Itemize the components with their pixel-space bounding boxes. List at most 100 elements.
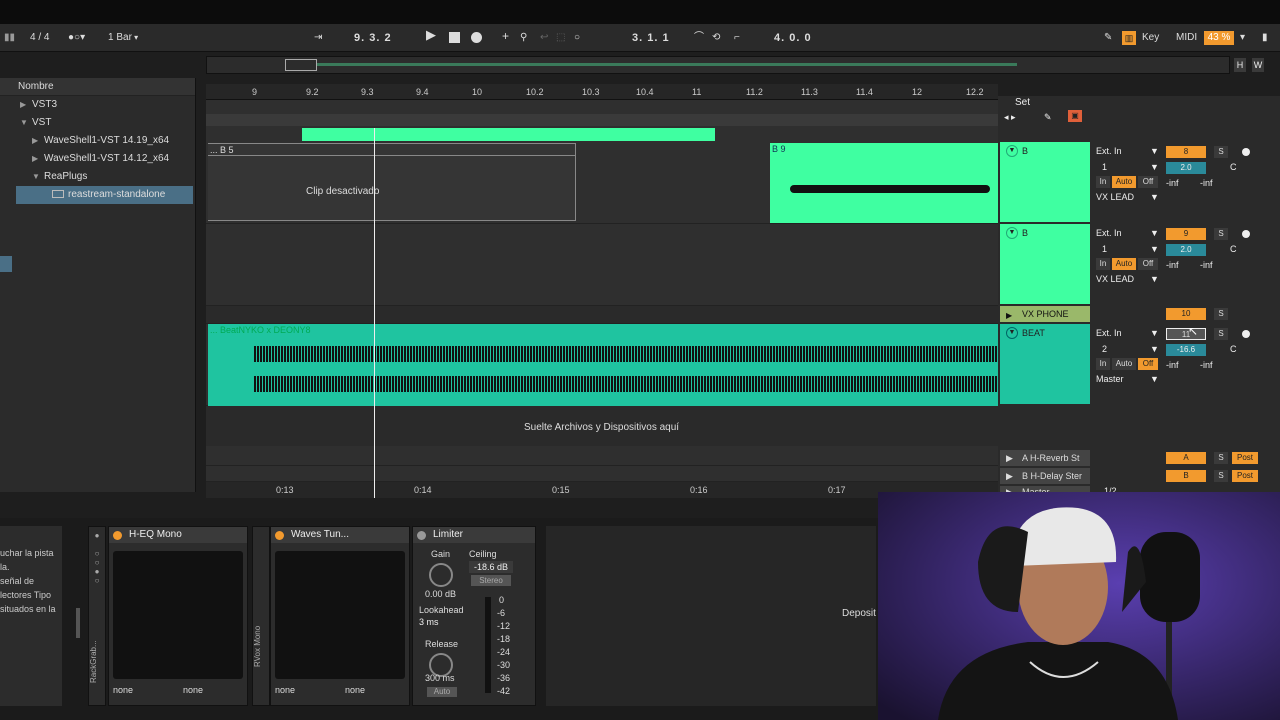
device-header[interactable]: Limiter xyxy=(413,527,535,543)
return-lane-b[interactable] xyxy=(206,466,998,482)
drop-area[interactable]: Suelte Archivos y Dispositivos aquí xyxy=(206,406,998,446)
solo-button[interactable]: S xyxy=(1214,146,1228,158)
arm-record-icon[interactable] xyxy=(1242,148,1250,156)
arm-record-icon[interactable] xyxy=(1242,330,1250,338)
arrangement-view[interactable]: 9 9.2 9.3 9.4 10 10.2 10.3 10.4 11 11.2 … xyxy=(206,84,998,498)
volume-field[interactable]: 2.0 xyxy=(1166,244,1206,256)
monitor-off-button[interactable]: Off xyxy=(1138,258,1158,270)
return-lane-a[interactable] xyxy=(206,448,998,466)
macro-select-2[interactable]: none xyxy=(183,685,203,695)
browser-header[interactable]: Nombre xyxy=(0,78,195,96)
track-activator[interactable]: 10 xyxy=(1166,308,1206,320)
gain-value[interactable]: 0.00 dB xyxy=(425,589,456,599)
edit-pencil-icon[interactable]: ✎ xyxy=(1044,112,1052,123)
pan-field[interactable]: C xyxy=(1230,244,1237,254)
cpu-menu-icon[interactable]: ▾ xyxy=(1240,30,1245,46)
monitor-in-button[interactable]: In xyxy=(1096,258,1110,270)
session-record-icon[interactable]: ○ xyxy=(574,30,580,46)
post-button[interactable]: Post xyxy=(1232,470,1258,482)
monitor-auto-button[interactable]: Auto xyxy=(1112,358,1136,370)
pan-field[interactable]: C xyxy=(1230,344,1237,354)
device-header[interactable]: H-EQ Mono xyxy=(109,527,247,543)
device-on-icon[interactable] xyxy=(113,531,122,540)
output-select[interactable]: VX LEAD xyxy=(1096,274,1134,284)
dropdown-arrow-icon[interactable]: ▼ xyxy=(1150,244,1159,254)
solo-button[interactable]: S xyxy=(1214,470,1228,482)
monitor-off-button[interactable]: Off xyxy=(1138,358,1158,370)
device-drop-zone[interactable]: Deposit xyxy=(546,526,876,706)
macro-select-1[interactable]: none xyxy=(275,685,295,695)
quantize-menu[interactable]: 1 Bar xyxy=(108,30,138,46)
monitor-off-button[interactable]: Off xyxy=(1138,176,1158,188)
monitor-auto-button[interactable]: Auto xyxy=(1112,176,1136,188)
overview-viewport[interactable] xyxy=(285,59,317,71)
back-to-arrangement-icon[interactable]: ↩ xyxy=(540,30,548,46)
follow-icon[interactable]: ⇥ xyxy=(314,30,322,46)
device-scroll-handle[interactable] xyxy=(76,608,80,638)
key-map-button[interactable]: Key xyxy=(1142,30,1159,46)
track-lane-b5[interactable]: ... B 5 Clip desactivado B 9 xyxy=(206,142,998,224)
auto-button[interactable]: Auto xyxy=(427,687,457,697)
keyboard-icon[interactable]: ▥ xyxy=(1122,31,1136,45)
overview-h-button[interactable]: H xyxy=(1234,58,1246,72)
dropdown-arrow-icon[interactable]: ▼ xyxy=(1150,344,1159,354)
overview-w-button[interactable]: W xyxy=(1252,58,1264,72)
track-lane-vx-phone[interactable] xyxy=(206,306,998,324)
input-type-select[interactable]: Ext. In xyxy=(1096,228,1122,238)
clip-beat[interactable]: ... BeatNYKO x DEONY8 xyxy=(208,324,998,406)
device-waves-tune[interactable]: Waves Tun... none none xyxy=(270,526,410,706)
loop-icon[interactable]: ⟲ xyxy=(712,30,720,46)
dropdown-arrow-icon[interactable]: ▼ xyxy=(1150,228,1159,238)
monitor-in-button[interactable]: In xyxy=(1096,358,1110,370)
fold-arrow-icon[interactable]: ▼ xyxy=(1006,327,1018,339)
input-type-select[interactable]: Ext. In xyxy=(1096,328,1122,338)
arrangement-overview[interactable] xyxy=(206,56,1230,74)
track-header-b-1[interactable]: ▼ B xyxy=(1000,142,1090,222)
input-type-select[interactable]: Ext. In xyxy=(1096,146,1122,156)
fold-arrow-icon[interactable]: ▼ xyxy=(1006,145,1018,157)
browser-item-vst[interactable]: ▼ VST xyxy=(20,114,51,132)
record-icon[interactable] xyxy=(471,32,482,43)
output-select[interactable]: Master xyxy=(1096,374,1124,384)
return-header-a[interactable]: ▶ A H-Reverb St xyxy=(1000,450,1090,466)
volume-field[interactable]: 2.0 xyxy=(1166,162,1206,174)
plugin-window[interactable] xyxy=(275,551,405,679)
release-value[interactable]: 300 ms xyxy=(425,673,455,683)
stereo-button[interactable]: Stereo xyxy=(471,575,511,586)
beat-ruler[interactable]: 9 9.2 9.3 9.4 10 10.2 10.3 10.4 11 11.2 … xyxy=(206,84,998,100)
solo-button[interactable]: S xyxy=(1214,308,1228,320)
input-channel-select[interactable]: 1 xyxy=(1102,244,1107,254)
device-limiter[interactable]: Limiter Gain 0.00 dB Ceiling -18.6 dB St… xyxy=(412,526,536,706)
browser-item-reaplugs[interactable]: ▼ ReaPlugs xyxy=(32,168,87,186)
punch-out-icon[interactable]: ⌐ xyxy=(734,30,740,46)
play-icon[interactable]: ▶ xyxy=(426,27,436,43)
clip-b5-disabled[interactable]: ... B 5 Clip desactivado xyxy=(208,143,576,221)
overdub-icon[interactable]: + xyxy=(502,28,509,44)
song-position[interactable]: 9. 3. 2 xyxy=(354,30,392,46)
track-header-vx-phone[interactable]: ▶ VX PHONE xyxy=(1000,306,1090,322)
track-activator[interactable]: 9 xyxy=(1166,228,1206,240)
macro-select-2[interactable]: none xyxy=(345,685,365,695)
device-header[interactable]: Waves Tun... xyxy=(271,527,409,543)
loop-brace[interactable] xyxy=(302,128,715,141)
return-activator[interactable]: B xyxy=(1166,470,1206,482)
dropdown-arrow-icon[interactable]: ▼ xyxy=(1150,328,1159,338)
pan-field[interactable]: C xyxy=(1230,162,1237,172)
post-button[interactable]: Post xyxy=(1232,452,1258,464)
track-header-b-2[interactable]: ▼ B xyxy=(1000,224,1090,304)
clip-b9[interactable]: B 9 xyxy=(770,143,998,223)
arm-record-icon[interactable] xyxy=(1242,230,1250,238)
input-channel-select[interactable]: 1 xyxy=(1102,162,1107,172)
track-activator[interactable]: 8 xyxy=(1166,146,1206,158)
browser-item-reastream[interactable]: reastream-standalone xyxy=(16,186,193,204)
dropdown-arrow-icon[interactable]: ▼ xyxy=(1150,192,1159,202)
stop-icon[interactable] xyxy=(449,32,460,43)
draw-mode-icon[interactable]: ✎ xyxy=(1104,30,1112,46)
playhead[interactable] xyxy=(374,128,375,498)
automation-arm-icon[interactable]: ⚲ xyxy=(520,30,527,46)
dropdown-arrow-icon[interactable]: ▼ xyxy=(1150,274,1159,284)
output-select[interactable]: VX LEAD xyxy=(1096,192,1134,202)
rack-controls-icon[interactable]: ● ○ ○ ● ○ xyxy=(89,527,105,585)
capture-icon[interactable]: ⬚ xyxy=(556,30,565,46)
metronome-toggle-icon[interactable]: ●○▾ xyxy=(68,30,85,46)
